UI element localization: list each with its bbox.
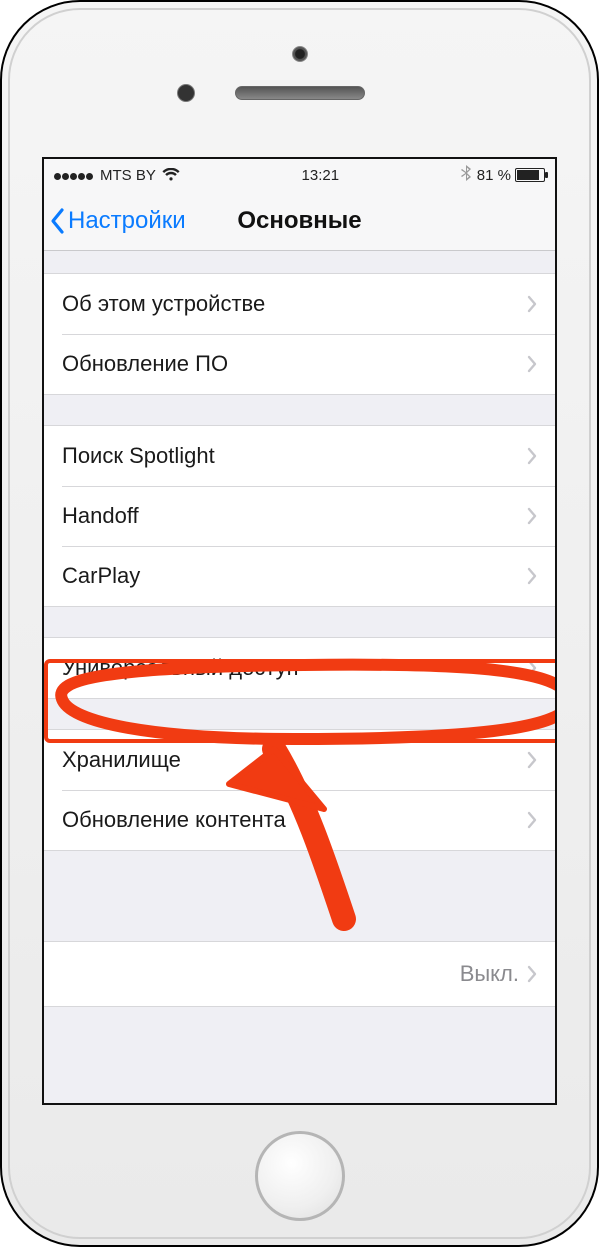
screen: MTS BY 13:21 81 % [42, 157, 557, 1105]
settings-group: Об этом устройстве Обновление ПО [44, 273, 555, 395]
row-label: Об этом устройстве [62, 291, 265, 317]
clock-label: 13:21 [302, 167, 340, 184]
battery-indicator: 81 % [477, 167, 545, 184]
row-carplay[interactable]: CarPlay [44, 546, 555, 606]
back-button[interactable]: Настройки [50, 191, 186, 250]
front-camera [292, 46, 308, 62]
row-label: Обновление ПО [62, 351, 228, 377]
row-storage[interactable]: Хранилище [44, 730, 555, 790]
battery-percent-label: 81 % [477, 167, 511, 184]
settings-list[interactable]: Об этом устройстве Обновление ПО Поиск S… [44, 251, 555, 1103]
signal-dots-icon [54, 167, 94, 184]
battery-icon [515, 168, 545, 182]
nav-bar: Настройки Основные [44, 191, 555, 251]
status-bar: MTS BY 13:21 81 % [44, 159, 555, 191]
chevron-right-icon [527, 751, 537, 769]
row-label: Хранилище [62, 747, 181, 773]
chevron-right-icon [527, 507, 537, 525]
phone-frame: MTS BY 13:21 81 % [0, 0, 599, 1247]
row-unknown[interactable]: Выкл. [44, 942, 555, 1006]
page-title: Основные [237, 207, 361, 235]
settings-group: Выкл. [44, 941, 555, 1007]
chevron-right-icon [527, 811, 537, 829]
chevron-right-icon [527, 295, 537, 313]
row-background-refresh[interactable]: Обновление контента [44, 790, 555, 850]
chevron-right-icon [527, 659, 537, 677]
row-value: Выкл. [460, 961, 519, 987]
row-label: Поиск Spotlight [62, 443, 215, 469]
chevron-right-icon [527, 447, 537, 465]
chevron-right-icon [527, 567, 537, 585]
wifi-icon [162, 168, 180, 182]
home-button[interactable] [255, 1131, 345, 1221]
row-software-update[interactable]: Обновление ПО [44, 334, 555, 394]
row-about[interactable]: Об этом устройстве [44, 274, 555, 334]
back-label: Настройки [68, 207, 186, 235]
chevron-left-icon [50, 207, 66, 235]
row-label: Универсальный доступ [62, 655, 299, 681]
chevron-right-icon [527, 355, 537, 373]
proximity-sensor [177, 84, 195, 102]
row-label: CarPlay [62, 563, 140, 589]
row-label: Обновление контента [62, 807, 286, 833]
bluetooth-icon [461, 165, 471, 185]
row-label: Handoff [62, 503, 139, 529]
earpiece [235, 86, 365, 100]
settings-group: Хранилище Обновление контента [44, 729, 555, 851]
row-accessibility[interactable]: Универсальный доступ [44, 638, 555, 698]
row-handoff[interactable]: Handoff [44, 486, 555, 546]
settings-group: Универсальный доступ [44, 637, 555, 699]
chevron-right-icon [527, 965, 537, 983]
settings-group: Поиск Spotlight Handoff CarPlay [44, 425, 555, 607]
carrier-label: MTS BY [100, 167, 156, 184]
row-spotlight[interactable]: Поиск Spotlight [44, 426, 555, 486]
